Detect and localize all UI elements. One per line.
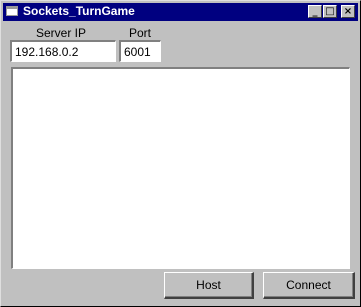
- connect-button[interactable]: Connect: [263, 272, 355, 299]
- app-window: Sockets_TurnGame _ □ × Server IP Port Ho…: [0, 0, 361, 307]
- minimize-button[interactable]: _: [308, 5, 322, 18]
- close-button[interactable]: ×: [341, 5, 355, 18]
- title-bar[interactable]: Sockets_TurnGame _ □ ×: [3, 3, 358, 21]
- port-input[interactable]: [119, 40, 161, 62]
- close-icon: ×: [343, 5, 353, 17]
- maximize-icon: □: [325, 5, 335, 17]
- minimize-icon: _: [312, 5, 318, 17]
- window-icon: [6, 6, 18, 16]
- host-button[interactable]: Host: [164, 272, 254, 299]
- window-title: Sockets_TurnGame: [23, 4, 135, 18]
- message-output-area[interactable]: [11, 67, 350, 269]
- port-label: Port: [129, 26, 152, 40]
- server-ip-input[interactable]: [10, 40, 116, 62]
- maximize-button[interactable]: □: [323, 5, 337, 18]
- server-ip-label: Server IP: [36, 26, 87, 40]
